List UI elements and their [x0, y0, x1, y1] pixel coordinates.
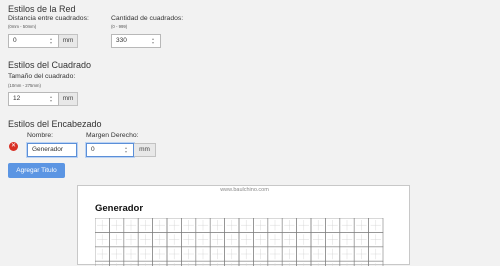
margin-unit: mm: [134, 143, 156, 157]
size-label: Tamaño del cuadrado:: [8, 73, 76, 80]
header-name-input[interactable]: Generador: [27, 143, 77, 157]
spinner-arrows-icon[interactable]: ▴ ▾: [152, 37, 158, 45]
size-unit: mm: [59, 92, 78, 106]
preview-url: www.baulchino.com: [220, 187, 269, 193]
size-hint: (10mm - 275mm): [8, 83, 41, 88]
distance-hint: (0mm - 50mm): [8, 24, 37, 29]
size-input[interactable]: 12 ▴ ▾: [8, 92, 59, 106]
name-label: Nombre:: [27, 132, 54, 139]
add-title-button[interactable]: Agregar Titulo: [8, 163, 65, 178]
section-title-cuadrado: Estilos del Cuadrado: [8, 60, 92, 70]
close-circle-icon[interactable]: ✕: [9, 142, 18, 151]
margin-input[interactable]: 0 ▴ ▾: [86, 143, 134, 157]
spinner-arrows-icon[interactable]: ▴ ▾: [50, 37, 56, 45]
preview-title: Generador: [95, 203, 144, 214]
distance-label: Distancia entre cuadrados:: [8, 15, 89, 22]
count-input[interactable]: 330 ▴ ▾: [111, 34, 161, 48]
distance-input[interactable]: 0 ▴ ▾: [8, 34, 59, 48]
preview-grid: [95, 218, 384, 266]
count-label: Cantidad de cuadrados:: [111, 15, 184, 22]
grid-preview: www.baulchino.com Generador: [77, 185, 410, 266]
section-title-red: Estilos de la Red: [8, 4, 76, 14]
section-title-encabezado: Estilos del Encabezado: [8, 119, 102, 129]
spinner-arrows-icon[interactable]: ▴ ▾: [50, 95, 56, 103]
distance-unit: mm: [59, 34, 78, 48]
spinner-arrows-icon[interactable]: ▴ ▾: [125, 146, 131, 154]
margin-label: Margen Derecho:: [86, 132, 139, 139]
count-hint: (0 - 999): [111, 24, 128, 29]
